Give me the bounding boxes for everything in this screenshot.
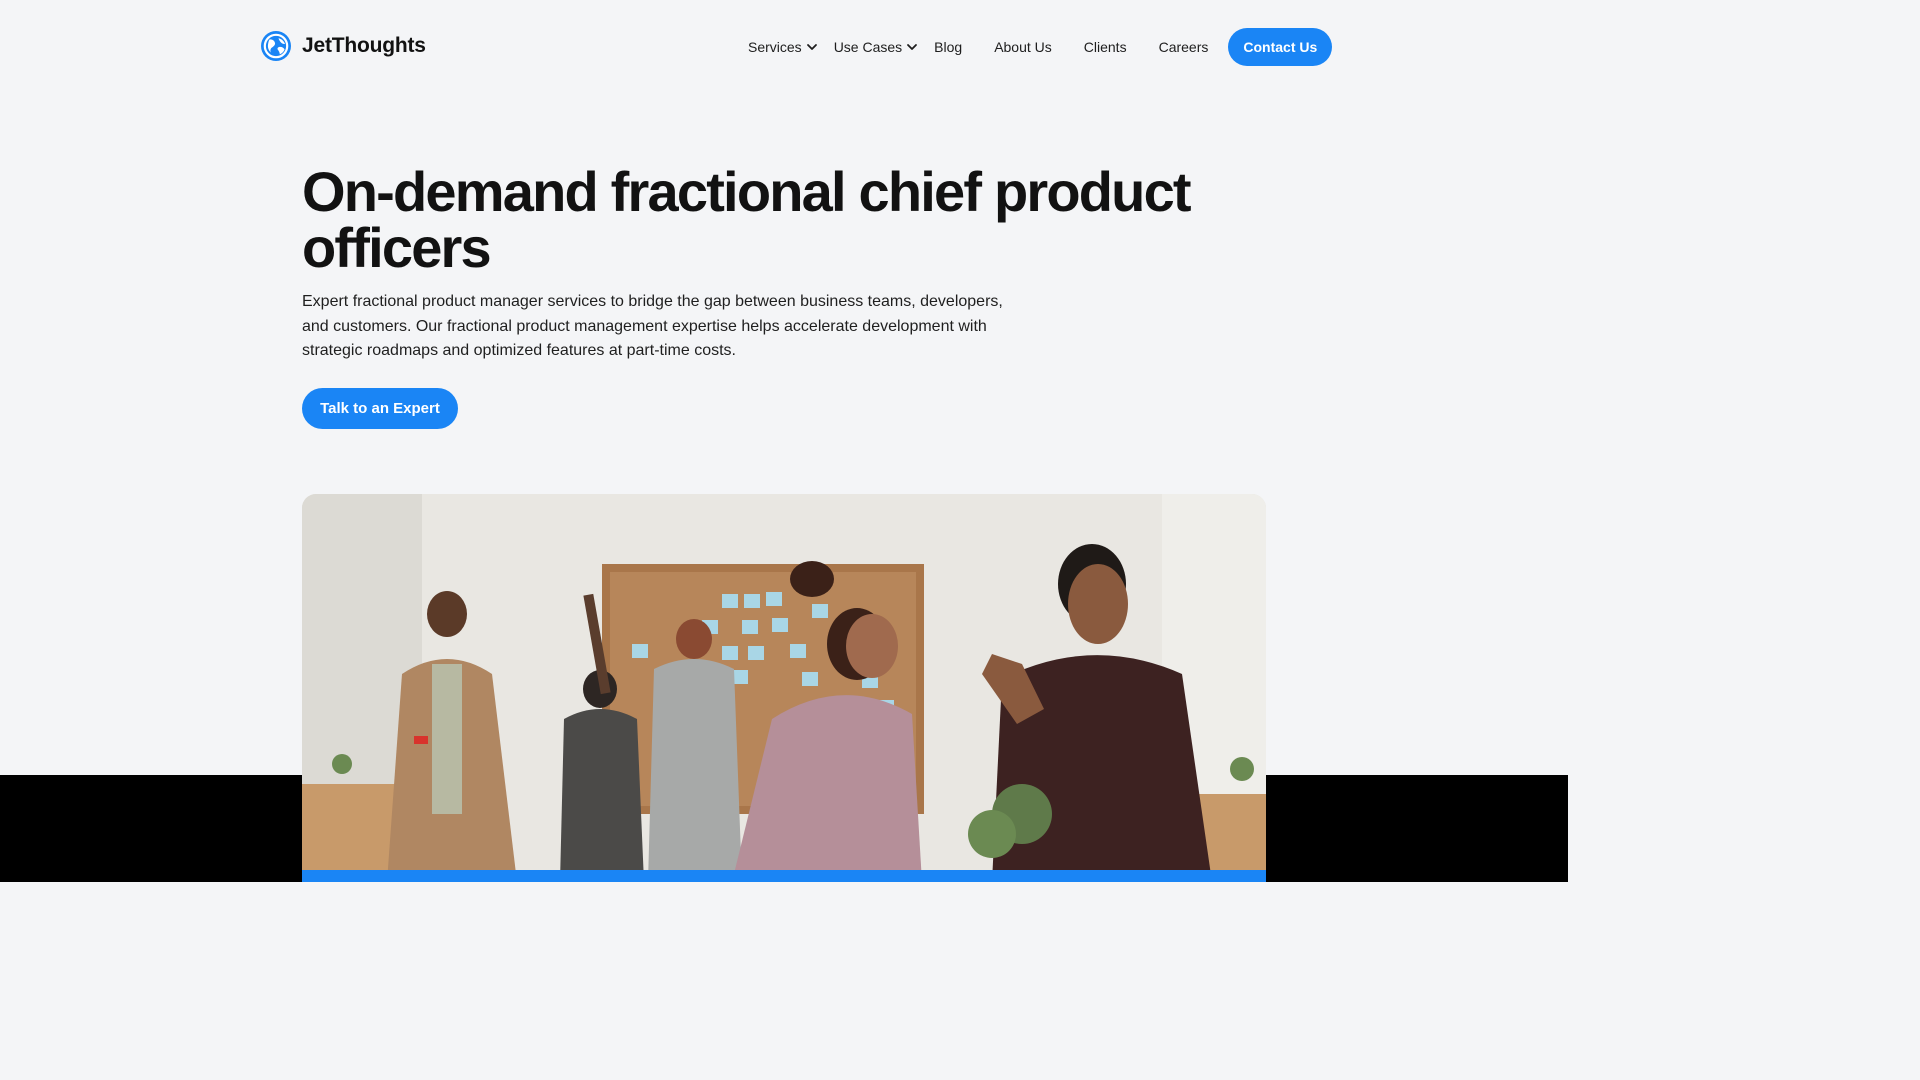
nav-use-cases-label: Use Cases (833, 39, 903, 55)
nav-careers[interactable]: Careers (1159, 39, 1209, 55)
nav-about-us[interactable]: About Us (994, 39, 1052, 55)
globe-logo-icon (261, 31, 291, 61)
logo-link[interactable]: JetThoughts (260, 30, 426, 62)
contact-us-button[interactable]: Contact Us (1228, 28, 1333, 66)
main-nav: Services Use Cases Blog About Us Clients… (748, 28, 1333, 66)
office-meeting-illustration (302, 494, 1266, 882)
nav-blog[interactable]: Blog (934, 39, 962, 55)
nav-use-cases[interactable]: Use Cases (834, 39, 918, 55)
page: JetThoughts Services Use Cases Blog Abou… (0, 0, 1568, 882)
brand-name: JetThoughts (302, 34, 426, 57)
nav-services[interactable]: Services (748, 39, 818, 55)
site-header: JetThoughts Services Use Cases Blog Abou… (0, 0, 1568, 92)
chevron-down-icon (806, 44, 817, 50)
hero-description: Expert fractional product manager servic… (302, 293, 1003, 359)
talk-to-expert-button[interactable]: Talk to an Expert (302, 388, 458, 429)
hero-photo (302, 494, 1266, 882)
nav-clients[interactable]: Clients (1084, 39, 1127, 55)
hero-title: On-demand fractional chief product offic… (302, 160, 1192, 279)
nav-services-label: Services (748, 39, 802, 55)
chevron-down-icon (907, 44, 918, 50)
hero-image-accent-bar (302, 870, 1266, 882)
